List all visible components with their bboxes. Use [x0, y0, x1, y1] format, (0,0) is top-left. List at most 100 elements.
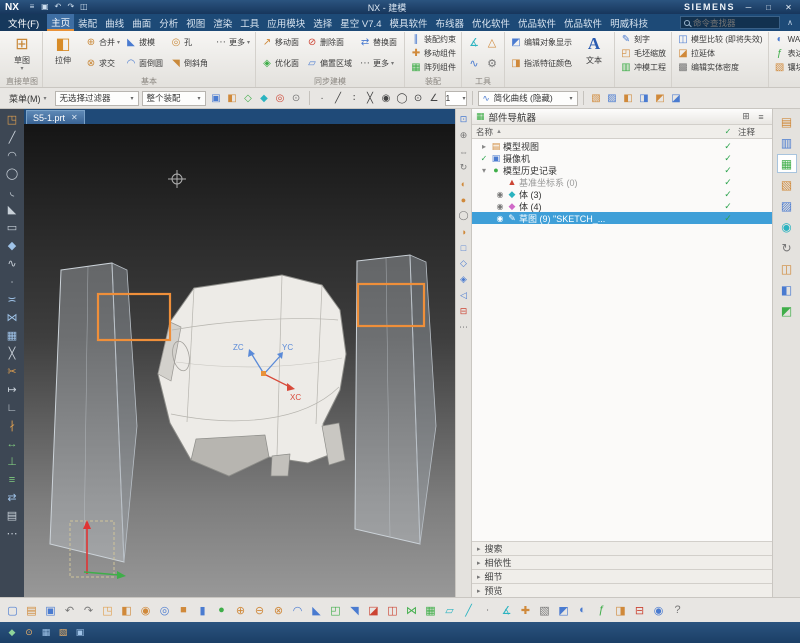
dock-revolve-icon[interactable]: ◉ — [137, 602, 154, 619]
iso-preset-icon[interactable]: ◩ — [653, 91, 668, 106]
selection-filter-dropdown[interactable]: 无选择过滤器 ▾ — [55, 91, 139, 106]
dock-extrude-icon[interactable]: ◧ — [118, 602, 135, 619]
fit-view-icon[interactable]: ⊡ — [457, 113, 471, 126]
draft-button[interactable]: ◣ 拔模 — [123, 32, 167, 53]
shaded-icon[interactable]: ● — [457, 193, 471, 206]
dock-draft-icon[interactable]: ◥ — [346, 602, 363, 619]
dock-save-icon[interactable]: ▣ — [42, 602, 59, 619]
dock-object-display-icon[interactable]: ◩ — [555, 602, 572, 619]
file-menu-button[interactable]: 文件(F) — [0, 14, 47, 31]
web-browser-icon[interactable]: ◉ — [777, 217, 797, 236]
snap-midpoint-icon[interactable]: ╱ — [331, 91, 346, 106]
rotate-icon[interactable]: ↻ — [457, 161, 471, 174]
chamfer-icon[interactable]: ◣ — [3, 201, 21, 218]
dock-move-object-icon[interactable]: ✚ — [517, 602, 534, 619]
tree-row[interactable]: ◉ ◆ 体 (4) ✓ — [472, 200, 772, 212]
snap-angle-icon[interactable]: ∠ — [427, 91, 442, 106]
line-icon[interactable]: ╱ — [3, 129, 21, 146]
dock-redo-icon[interactable]: ↷ — [80, 602, 97, 619]
details-section[interactable]: ▸ 细节 — [472, 569, 772, 583]
engrave-button[interactable]: ✎ 刻字 — [618, 32, 668, 46]
dock-shell-icon[interactable]: ◰ — [327, 602, 344, 619]
edit-object-display-button[interactable]: ◩ 编辑对象显示 — [508, 32, 574, 53]
convert-icon[interactable]: ⇄ — [3, 489, 21, 506]
tab-youpin-1[interactable]: 优品软件 — [514, 14, 560, 31]
reuse-library-icon[interactable]: ▧ — [777, 175, 797, 194]
extend-curve-icon[interactable]: ↦ — [3, 381, 21, 398]
tab-selection[interactable]: 选择 — [309, 14, 336, 31]
snap-existing-point-icon[interactable]: ⊙ — [411, 91, 426, 106]
snap-center-icon[interactable]: ◉ — [379, 91, 394, 106]
app-menu-icon[interactable]: ≡ — [26, 1, 38, 13]
tab-analysis[interactable]: 分析 — [155, 14, 182, 31]
dock-cylinder-icon[interactable]: ▮ — [194, 602, 211, 619]
part-tab[interactable]: S5-1.prt ✕ — [26, 110, 85, 124]
front-view-icon[interactable]: □ — [457, 241, 471, 254]
tab-view[interactable]: 视图 — [182, 14, 209, 31]
rapid-dimension-icon[interactable]: ↔ — [3, 435, 21, 452]
shaded-preset-icon[interactable]: ▧ — [589, 91, 604, 106]
bumper-model[interactable] — [158, 275, 346, 476]
status-snap-icon[interactable]: ⊙ — [22, 626, 36, 640]
more-views-icon[interactable]: ⋯ — [457, 321, 471, 334]
pattern-curve-icon[interactable]: ▦ — [3, 327, 21, 344]
delete-face-button[interactable]: ⊘ 删除面 — [304, 32, 356, 53]
dock-chamfer-icon[interactable]: ◣ — [308, 602, 325, 619]
extrude-button[interactable]: ◧ 拉伸 — [46, 32, 80, 66]
snap-quadrant-icon[interactable]: ◯ — [395, 91, 410, 106]
move-component-button[interactable]: ✚ 移动组件 — [408, 46, 458, 60]
section-view-icon[interactable]: ⊟ — [457, 305, 471, 318]
dock-edge-blend-icon[interactable]: ◠ — [289, 602, 306, 619]
intersect-button[interactable]: ⊗ 求交 — [83, 53, 122, 74]
fillet-icon[interactable]: ◟ — [3, 183, 21, 200]
status-select-icon[interactable]: ◆ — [5, 626, 19, 640]
dock-hole-icon[interactable]: ◎ — [156, 602, 173, 619]
roles-icon[interactable]: ◩ — [777, 301, 797, 320]
dock-sketch-icon[interactable]: ◳ — [99, 602, 116, 619]
constraint-navigator-icon[interactable]: ▥ — [777, 133, 797, 152]
measure-button[interactable]: ∡ — [465, 32, 483, 53]
search-section[interactable]: ▸ 搜索 — [472, 541, 772, 555]
sketch-button[interactable]: ⊞ 草图 ▾ — [5, 32, 39, 72]
select-body-icon[interactable]: ◆ — [257, 91, 272, 106]
tree-row[interactable]: ▲ 基准坐标系 (0) ✓ — [472, 176, 772, 188]
tree-row[interactable]: ◉ ◆ 体 (3) ✓ — [472, 188, 772, 200]
preview-section[interactable]: ▸ 预览 — [472, 583, 772, 597]
die-engineering-button[interactable]: ▥ 冲模工程 — [618, 60, 668, 74]
status-message-icon[interactable]: ▣ — [73, 626, 87, 640]
polygon-icon[interactable]: ◆ — [3, 237, 21, 254]
offset-curve-icon[interactable]: ≍ — [3, 291, 21, 308]
insert-strip-button[interactable]: ▧ 镶块 (即将失效) — [772, 60, 800, 74]
select-edge-icon[interactable]: ◇ — [241, 91, 256, 106]
pan-icon[interactable]: ⇔ — [457, 145, 471, 158]
quick-trim-icon[interactable]: ∤ — [3, 417, 21, 434]
isometric-view-icon[interactable]: ◈ — [457, 273, 471, 286]
optimize-face-button[interactable]: ◈ 优化面 — [259, 53, 303, 74]
maximize-button[interactable]: □ — [762, 3, 775, 12]
dock-measure-icon[interactable]: ∡ — [498, 602, 515, 619]
dock-mirror-icon[interactable]: ⋈ — [403, 602, 420, 619]
hd3d-tools-icon[interactable]: ▨ — [777, 196, 797, 215]
tab-youhua[interactable]: 优化软件 — [468, 14, 514, 31]
rectangle-icon[interactable]: ▭ — [3, 219, 21, 236]
dock-help-icon[interactable]: ? — [669, 602, 686, 619]
tree-row[interactable]: ▸ ▤ 模型视图 ✓ — [472, 140, 772, 152]
navigator-export-icon[interactable]: ⊞ — [739, 111, 753, 122]
dock-point-icon[interactable]: ∙ — [479, 602, 496, 619]
studio-render-icon[interactable]: ◑ — [457, 225, 471, 238]
command-finder-box[interactable] — [680, 16, 780, 29]
left-fixture-block[interactable] — [50, 263, 137, 562]
edit-solid-density-button[interactable]: ▩ 编辑实体密度 — [675, 60, 765, 74]
dock-new-icon[interactable]: ▢ — [4, 602, 21, 619]
expander-icon[interactable]: ▸ — [478, 142, 490, 151]
front-preset-icon[interactable]: ◨ — [637, 91, 652, 106]
menu-button[interactable]: 菜单(M) ▾ — [4, 91, 52, 106]
expressions-button[interactable]: ƒ 表达式 — [772, 46, 800, 60]
blank-scale-button[interactable]: ◰ 毛坯缩放 — [618, 46, 668, 60]
snap-intersection-icon[interactable]: ╳ — [363, 91, 378, 106]
redo-icon[interactable]: ↷ — [65, 1, 77, 13]
tab-curve[interactable]: 曲线 — [101, 14, 128, 31]
studio-spline-icon[interactable]: ∿ — [3, 255, 21, 272]
save-icon[interactable]: ▣ — [39, 1, 51, 13]
curve-rule-dropdown[interactable]: ∿ 简化曲线 (隐藏) ▾ — [478, 91, 578, 106]
